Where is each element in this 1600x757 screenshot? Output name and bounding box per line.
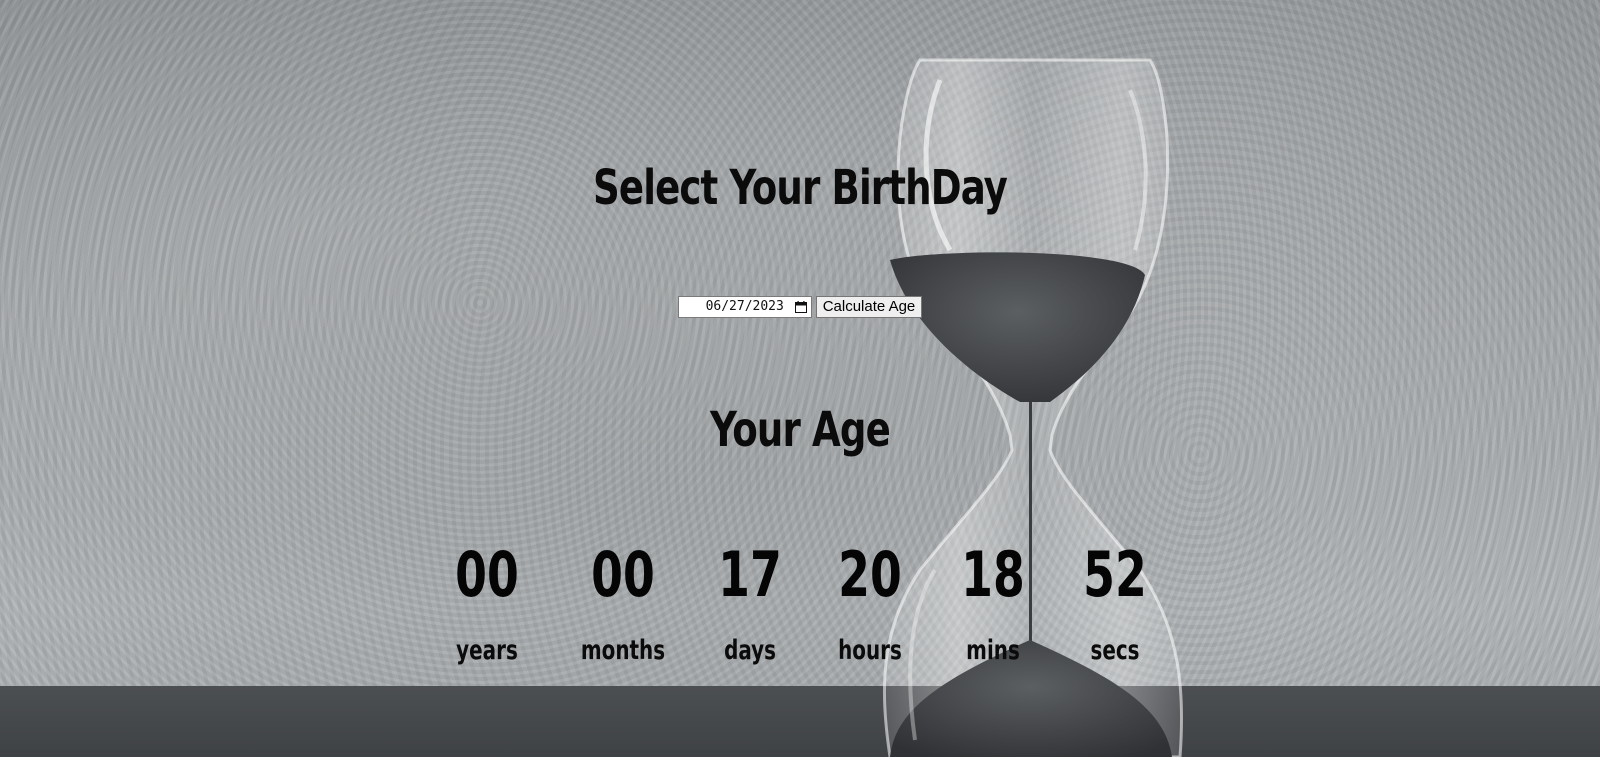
hours-label: hours <box>838 635 902 666</box>
years-value: 00 <box>455 538 519 611</box>
birthday-form: 06/27/2023 Calculate Age <box>0 296 1600 318</box>
calendar-icon[interactable] <box>794 301 807 313</box>
age-heading: Your Age <box>710 402 891 458</box>
calculate-age-button[interactable]: Calculate Age <box>815 296 923 318</box>
counter-days: 17 days <box>680 538 820 666</box>
date-value: 06/27/2023 <box>705 299 784 314</box>
birthday-date-input[interactable]: 06/27/2023 <box>677 296 812 318</box>
secs-label: secs <box>1090 635 1140 666</box>
mins-label: mins <box>966 635 1020 666</box>
counter-secs: 52 secs <box>1045 538 1185 666</box>
page-title: Select Your BirthDay <box>592 160 1008 216</box>
counter-months: 00 months <box>553 538 693 666</box>
days-label: days <box>724 635 776 666</box>
secs-value: 52 <box>1083 538 1147 611</box>
years-label: years <box>456 635 518 666</box>
months-value: 00 <box>591 538 655 611</box>
age-counters: 00 years 00 months 17 days 20 hours 18 m… <box>0 538 1600 688</box>
months-label: months <box>580 635 666 666</box>
hours-value: 20 <box>838 538 902 611</box>
mins-value: 18 <box>961 538 1025 611</box>
age-calculator: Select Your BirthDay 06/27/2023 Calculat… <box>0 0 1600 757</box>
counter-mins: 18 mins <box>923 538 1063 666</box>
counter-years: 00 years <box>417 538 557 666</box>
counter-hours: 20 hours <box>800 538 940 666</box>
days-value: 17 <box>718 538 782 611</box>
